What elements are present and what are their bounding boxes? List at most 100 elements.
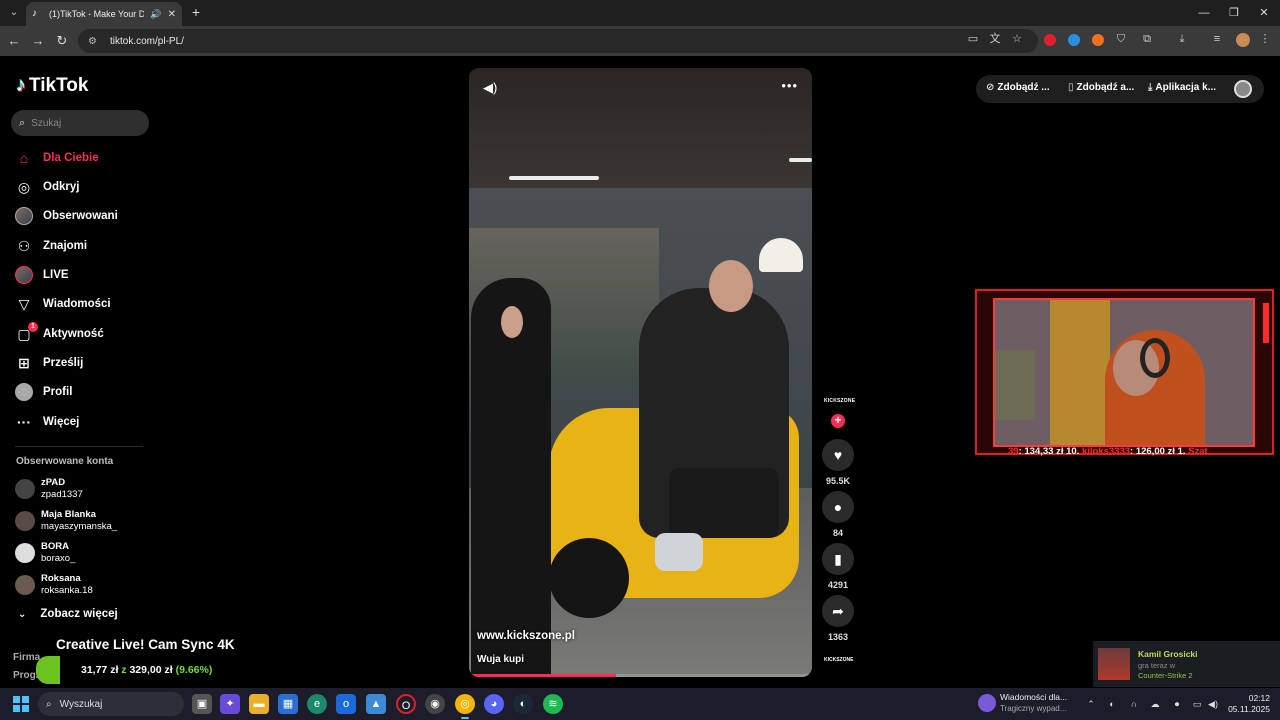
account-name: BORA xyxy=(41,541,69,552)
desktop-app-button[interactable]: ⤓ Aplikacja k... xyxy=(1148,82,1216,93)
webcam-side-bar xyxy=(1263,303,1269,343)
video-progress-bar[interactable] xyxy=(469,674,812,677)
bookmark-star-icon[interactable]: ☆ xyxy=(1010,32,1024,46)
bookmark-icon[interactable]: ▮ xyxy=(822,543,854,575)
nav-item-activity[interactable]: ▢ 1 Aktywność xyxy=(15,322,104,344)
volume-icon[interactable]: ◀) xyxy=(483,80,497,96)
address-bar[interactable]: ⚙ tiktok.com/pl-PL/ xyxy=(78,29,1038,53)
speaker-icon[interactable]: 🔊 xyxy=(150,9,161,20)
kebab-menu-icon[interactable]: ⋮ xyxy=(1258,32,1272,46)
see-more-button[interactable]: ⌄ Zobacz więcej xyxy=(18,608,118,620)
nav-item-more[interactable]: ··· Więcej xyxy=(15,412,79,432)
steam-icon[interactable]: ◐ xyxy=(513,694,533,714)
get-coins-button[interactable]: ⊘ Zdobądź ... xyxy=(986,82,1050,93)
headset-icon[interactable]: ∩ xyxy=(1127,697,1141,711)
followed-account[interactable]: Roksana roksanka.18 xyxy=(15,573,93,597)
followed-account[interactable]: zPAD zpad1337 xyxy=(15,477,83,501)
follow-plus-button[interactable]: + xyxy=(831,414,845,428)
copilot-icon[interactable]: ✦ xyxy=(220,694,240,714)
news-subtitle: Tragiczny wypad... xyxy=(1000,704,1067,713)
video-player[interactable]: ◀) ••• www.kickszone.pl Wuja kupi xyxy=(469,68,812,677)
file-explorer-icon[interactable]: ▬ xyxy=(249,694,269,714)
nav-item-upload[interactable]: ⊞ Prześlij xyxy=(15,353,83,373)
friend-game: Counter-Strike 2 xyxy=(1138,671,1193,680)
reload-button[interactable]: ↻ xyxy=(54,33,70,49)
site-info-icon[interactable]: ⚙ xyxy=(88,36,100,47)
share-action[interactable]: ➦ 1363 xyxy=(822,595,854,642)
forward-button[interactable]: → xyxy=(30,33,46,49)
extension-blue-icon[interactable] xyxy=(1068,34,1080,46)
cloud-icon[interactable]: ☁ xyxy=(1148,697,1162,711)
nav-item-live[interactable]: LIVE xyxy=(15,265,69,285)
price-percent: (9.66%) xyxy=(175,664,213,676)
followed-account[interactable]: BORA boraxo_ xyxy=(15,541,75,565)
windows-start-icon[interactable] xyxy=(13,696,29,712)
nav-item-messages[interactable]: ▽ Wiadomości xyxy=(15,294,111,314)
nav-item-profile[interactable]: Profil xyxy=(15,382,72,402)
tab-search-icon[interactable]: ⌄ xyxy=(6,5,22,21)
nav-item-friends[interactable]: ⚇ Znajomi xyxy=(15,236,87,256)
account-username: mayaszymanska_ xyxy=(41,521,118,532)
outlook-icon[interactable]: o xyxy=(336,694,356,714)
nav-item-explore[interactable]: ◎ Odkryj xyxy=(15,177,80,197)
followed-account[interactable]: Maja Blanka mayaszymanska_ xyxy=(15,509,117,533)
tray-expand-icon[interactable]: ⌃ xyxy=(1084,697,1098,711)
heart-icon[interactable]: ♥ xyxy=(822,439,854,471)
taskbar-clock[interactable]: 02:12 05.11.2025 xyxy=(1226,693,1270,715)
nav-label: Więcej xyxy=(43,416,80,428)
more-icon: ··· xyxy=(17,414,31,430)
extension-opera-icon[interactable] xyxy=(1044,34,1056,46)
chrome-icon[interactable]: ◎ xyxy=(455,694,475,719)
new-tab-button[interactable]: + xyxy=(188,4,204,20)
task-view-icon[interactable]: ▣ xyxy=(192,694,212,714)
share-icon[interactable]: ➦ xyxy=(822,595,854,627)
close-window-button[interactable]: ✕ xyxy=(1248,0,1280,26)
tab-tiktok[interactable]: ♪ (1)TikTok - Make Your Day 🔊 ✕ xyxy=(26,2,182,26)
nav-label: Profil xyxy=(43,386,73,398)
more-options-icon[interactable]: ••• xyxy=(781,78,798,93)
comment-action[interactable]: ● 84 xyxy=(822,491,854,538)
edge-icon[interactable]: e xyxy=(307,694,327,714)
download-icon: ⤓ xyxy=(1148,82,1153,93)
overlay-product-title: Creative Live! Cam Sync 4K xyxy=(56,637,235,652)
close-tab-icon[interactable]: ✕ xyxy=(168,9,176,20)
discord-icon[interactable]: ◕ xyxy=(484,694,504,714)
extension-orange-icon[interactable] xyxy=(1092,34,1104,46)
translate-icon[interactable]: 文 xyxy=(988,32,1002,46)
tray-steam-icon[interactable]: ◐ xyxy=(1105,697,1119,711)
user-avatar[interactable] xyxy=(1234,80,1252,98)
url-text: tiktok.com/pl-PL/ xyxy=(110,35,184,47)
network-icon[interactable]: ▭ xyxy=(1190,697,1204,711)
profile-avatar-icon[interactable] xyxy=(1236,33,1250,47)
search-input[interactable]: ⌕ Szukaj xyxy=(11,110,149,136)
nav-item-for-you[interactable]: ⌂ Dla Ciebie xyxy=(15,148,99,168)
taskbar-search[interactable]: ⌕ Wyszukaj xyxy=(38,692,184,716)
music-disc[interactable]: KICKSZONE xyxy=(824,657,853,667)
github-icon[interactable]: ◉ xyxy=(425,694,445,714)
puzzle-extensions-icon[interactable]: ⧉ xyxy=(1140,32,1154,46)
creator-avatar[interactable]: KICKSZONE xyxy=(824,398,855,412)
save-action[interactable]: ▮ 4291 xyxy=(822,543,854,590)
comment-icon[interactable]: ● xyxy=(822,491,854,523)
account-username: boraxo_ xyxy=(41,553,76,564)
steam-notification[interactable]: Kamil Grosicki gra teraz w Counter-Strik… xyxy=(1093,641,1280,687)
opera-icon[interactable]: O xyxy=(396,694,416,714)
microphone-icon[interactable]: ⏺ xyxy=(1170,697,1184,711)
photos-icon[interactable]: ▲ xyxy=(366,694,386,714)
get-app-button[interactable]: ▯ Zdobądź a... xyxy=(1068,82,1134,93)
shield-icon[interactable]: ⛉ xyxy=(1114,32,1128,46)
cast-icon[interactable]: ▭ xyxy=(966,32,980,46)
like-action[interactable]: ♥ 95.5K xyxy=(822,439,854,486)
news-widget[interactable]: Wiadomości dla... Tragiczny wypad... xyxy=(978,692,1067,714)
media-control-icon[interactable]: ≡ xyxy=(1210,32,1224,46)
volume-icon[interactable]: ◀) xyxy=(1206,697,1220,711)
download-icon[interactable]: ⤓ xyxy=(1175,32,1189,46)
nav-item-following[interactable]: Obserwowani xyxy=(15,206,118,226)
tiktok-logo[interactable]: ♪ TikTok xyxy=(16,74,88,97)
minimize-button[interactable]: — xyxy=(1188,0,1220,26)
spotify-icon[interactable]: ≋ xyxy=(543,694,563,714)
store-icon[interactable]: ▦ xyxy=(278,694,298,714)
footer-company-link[interactable]: Firma xyxy=(13,652,40,663)
back-button[interactable]: ← xyxy=(6,33,22,49)
restore-button[interactable]: ❐ xyxy=(1218,0,1250,26)
